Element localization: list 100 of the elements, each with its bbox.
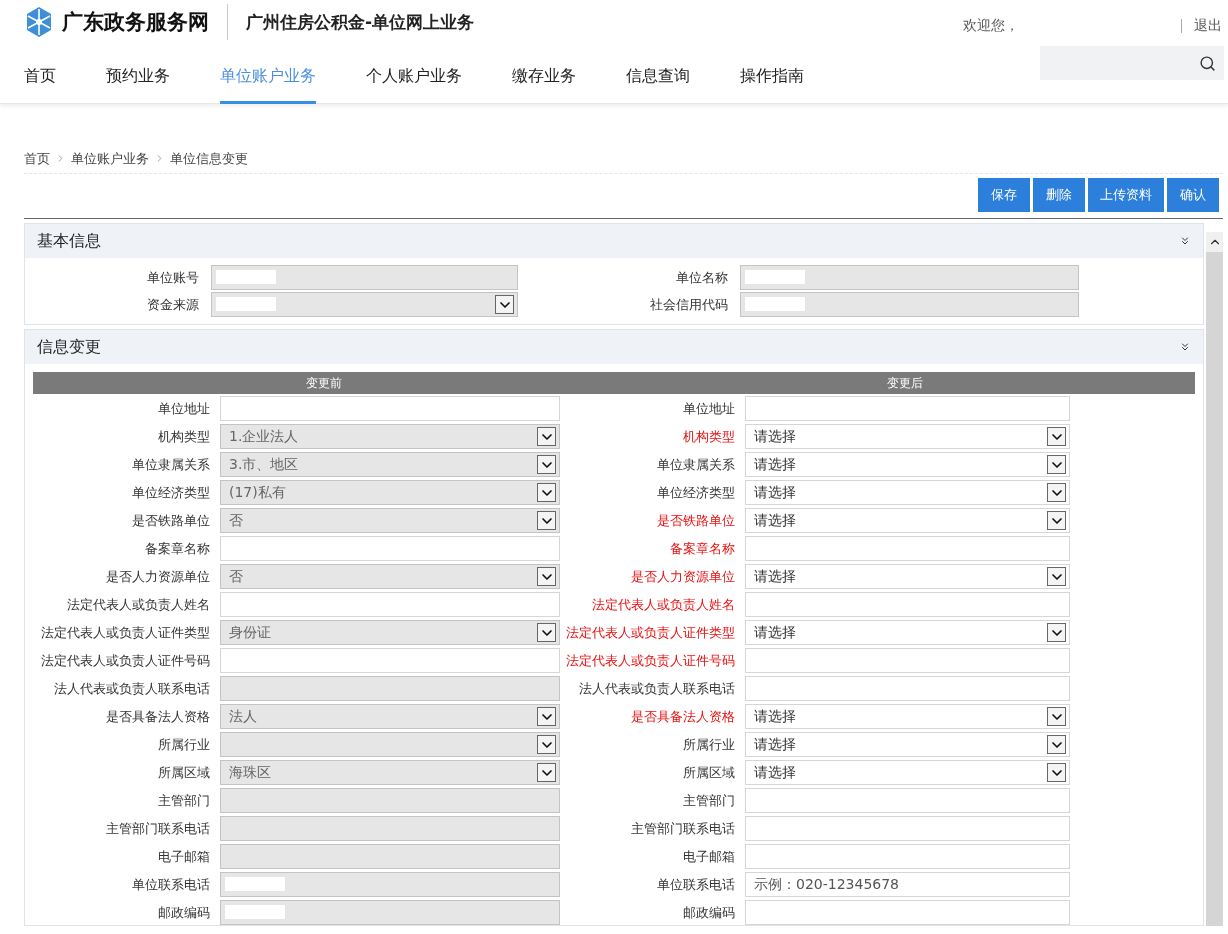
field-label: 是否具备法人资格 [630, 707, 735, 726]
input-field[interactable] [220, 396, 560, 421]
field-label: 单位名称 [675, 268, 728, 287]
field-label: 是否铁路单位 [131, 511, 210, 530]
column-heading: 变更前 [304, 375, 343, 392]
nav-tab[interactable]: 缴存业务 [512, 44, 576, 104]
nav-tab[interactable]: 首页 [24, 44, 56, 104]
breadcrumb-link[interactable]: 首页 [24, 149, 50, 168]
panel-title: 基本信息 [37, 230, 101, 252]
field-label: 单位地址 [682, 399, 735, 418]
select-field[interactable]: 请选择 [745, 480, 1070, 505]
dropdown-icon [537, 735, 556, 754]
input-field[interactable] [745, 900, 1070, 925]
nav-tab[interactable]: 信息查询 [626, 44, 690, 104]
field-label: 法人代表或负责人联系电话 [578, 679, 735, 698]
input-field[interactable] [220, 592, 560, 617]
panel-title: 信息变更 [37, 336, 101, 358]
dropdown-icon [537, 511, 556, 530]
field-label: 所属区域 [682, 763, 735, 782]
select-field[interactable]: 请选择 [745, 704, 1070, 729]
field-label: 机构类型 [682, 427, 735, 446]
input-field[interactable] [220, 536, 560, 561]
field-label: 资金来源 [146, 295, 199, 314]
input-field[interactable] [745, 536, 1070, 561]
field-label: 法定代表人或负责人证件号码 [565, 651, 735, 670]
dropdown-icon [1047, 427, 1066, 446]
breadcrumb-link[interactable]: 单位信息变更 [170, 149, 248, 168]
site-subtitle: 广州住房公积金-单位网上业务 [246, 10, 475, 34]
input-field[interactable] [745, 788, 1070, 813]
collapse-icon[interactable] [1179, 341, 1191, 353]
dropdown-icon [1047, 763, 1066, 782]
column-heading: 变更后 [885, 375, 924, 392]
dropdown-icon [1047, 623, 1066, 642]
dropdown-icon [1047, 511, 1066, 530]
field-label: 单位联系电话 [656, 875, 735, 894]
field-label: 是否具备法人资格 [105, 707, 210, 726]
collapse-icon[interactable] [1179, 235, 1191, 247]
dropdown-icon [537, 483, 556, 502]
select-field[interactable]: 请选择 [745, 760, 1070, 785]
field-label: 单位隶属关系 [131, 455, 210, 474]
input-field[interactable] [745, 844, 1070, 869]
action-button[interactable]: 删除 [1033, 178, 1085, 212]
field-label: 单位账号 [146, 268, 199, 287]
breadcrumb-link[interactable]: 单位账户业务 [71, 149, 149, 168]
search-field[interactable] [1040, 46, 1224, 80]
field-label: 电子邮箱 [157, 847, 210, 866]
input-field[interactable]: 示例：020-12345678 [745, 872, 1070, 897]
field-label: 备案章名称 [669, 539, 735, 558]
dropdown-icon [537, 427, 556, 446]
dropdown-icon [1047, 735, 1066, 754]
field-label: 主管部门 [157, 791, 210, 810]
field-label: 单位经济类型 [656, 483, 735, 502]
dropdown-icon [1047, 707, 1066, 726]
field-label: 机构类型 [157, 427, 210, 446]
dropdown-icon [537, 567, 556, 586]
field-label: 是否铁路单位 [656, 511, 735, 530]
dropdown-icon [1047, 567, 1066, 586]
field-label: 主管部门联系电话 [105, 819, 210, 838]
field-label: 法定代表人或负责人姓名 [66, 595, 210, 614]
dropdown-icon [537, 455, 556, 474]
field-label: 备案章名称 [144, 539, 210, 558]
select-field[interactable]: 请选择 [745, 508, 1070, 533]
input-field[interactable] [745, 648, 1070, 673]
field-label: 单位地址 [157, 399, 210, 418]
logout-link[interactable]: 退出 [1194, 17, 1222, 35]
input-field[interactable] [220, 648, 560, 673]
search-icon [1199, 54, 1216, 72]
input-field[interactable] [745, 396, 1070, 421]
nav-tab[interactable]: 预约业务 [106, 44, 170, 104]
action-button[interactable]: 上传资料 [1088, 178, 1164, 212]
select-field[interactable]: 请选择 [745, 732, 1070, 757]
field-label: 法人代表或负责人联系电话 [53, 679, 210, 698]
field-label: 电子邮箱 [682, 847, 735, 866]
field-label: 单位联系电话 [131, 875, 210, 894]
field-label: 单位经济类型 [131, 483, 210, 502]
field-label: 主管部门联系电话 [630, 819, 735, 838]
action-button[interactable]: 保存 [978, 178, 1030, 212]
welcome-text: 欢迎您， [963, 17, 1019, 35]
input-field[interactable] [745, 816, 1070, 841]
field-label: 邮政编码 [157, 903, 210, 922]
select-field[interactable]: 请选择 [745, 452, 1070, 477]
field-label: 法定代表人或负责人证件号码 [40, 651, 210, 670]
field-label: 是否人力资源单位 [630, 567, 735, 586]
select-field[interactable]: 请选择 [745, 620, 1070, 645]
field-label: 是否人力资源单位 [105, 567, 210, 586]
scrollbar[interactable] [1206, 232, 1223, 926]
nav-tab[interactable]: 个人账户业务 [366, 44, 462, 104]
input-field[interactable] [745, 592, 1070, 617]
input-field[interactable] [745, 676, 1070, 701]
field-label: 主管部门 [682, 791, 735, 810]
dropdown-icon [537, 707, 556, 726]
field-label: 法定代表人或负责人姓名 [591, 595, 735, 614]
site-name: 广东政务服务网 [62, 9, 209, 36]
select-field[interactable]: 请选择 [745, 424, 1070, 449]
select-field[interactable]: 请选择 [745, 564, 1070, 589]
field-label: 所属行业 [682, 735, 735, 754]
field-label: 所属行业 [157, 735, 210, 754]
field-label: 法定代表人或负责人证件类型 [40, 623, 210, 642]
action-button[interactable]: 确认 [1167, 178, 1219, 212]
nav-tab[interactable]: 操作指南 [740, 44, 804, 104]
